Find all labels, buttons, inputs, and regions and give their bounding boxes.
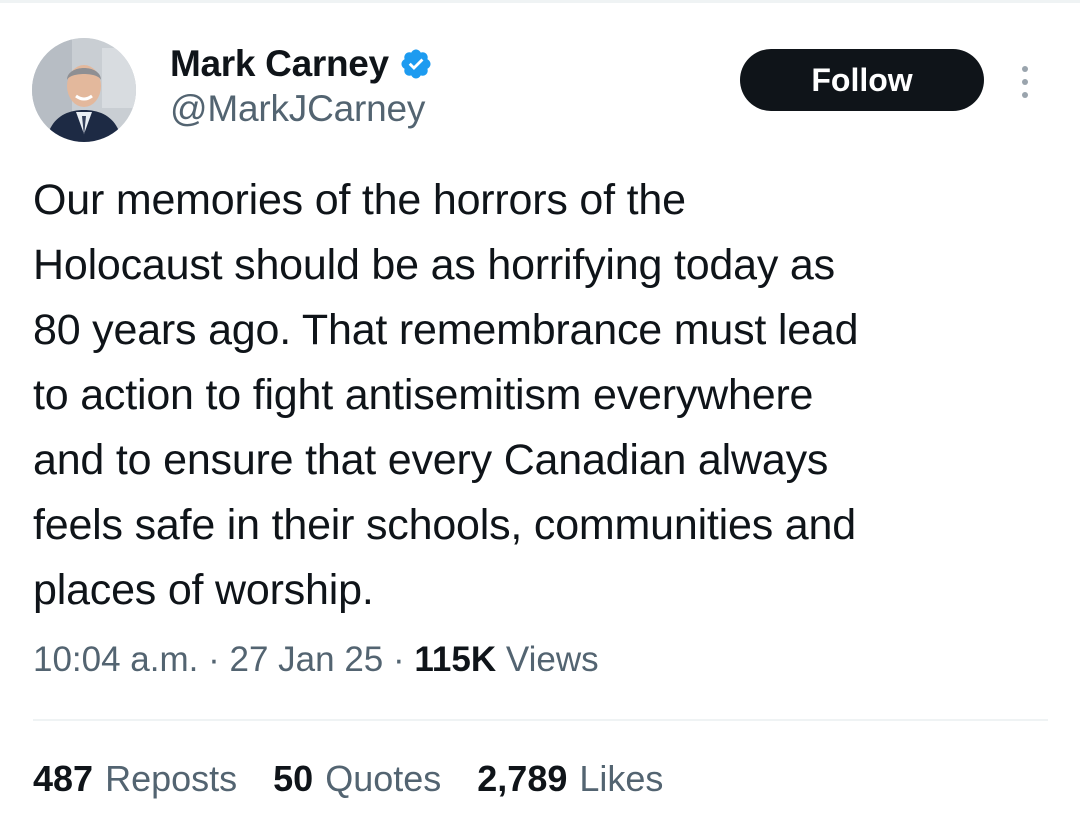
quotes-stat[interactable]: 50 Quotes (273, 758, 441, 800)
avatar[interactable] (32, 38, 136, 142)
more-dot (1022, 92, 1028, 98)
tweet-text: Our memories of the horrors of the Holoc… (33, 176, 859, 614)
meta-separator: · (208, 640, 220, 679)
reposts-label: Reposts (105, 758, 238, 799)
avatar-photo (32, 38, 136, 142)
quotes-count: 50 (273, 758, 314, 799)
reposts-count: 487 (33, 758, 94, 799)
more-dot (1022, 79, 1028, 85)
quotes-label: Quotes (325, 758, 442, 799)
more-options-icon[interactable] (1010, 62, 1040, 102)
follow-button[interactable]: Follow (740, 49, 984, 111)
more-dot (1022, 66, 1028, 72)
meta-separator: · (393, 640, 405, 679)
likes-label: Likes (579, 758, 664, 799)
tweet-meta: 10:04 a.m. · 27 Jan 25 · 115K Views (33, 640, 599, 680)
verified-badge-icon[interactable] (399, 47, 433, 81)
stats-divider (33, 719, 1048, 721)
tweet-time[interactable]: 10:04 a.m. (33, 640, 198, 679)
top-divider (0, 0, 1080, 3)
likes-count: 2,789 (477, 758, 568, 799)
likes-stat[interactable]: 2,789 Likes (477, 758, 663, 800)
reposts-stat[interactable]: 487 Reposts (33, 758, 237, 800)
views-label: Views (505, 640, 599, 679)
author-name[interactable]: Mark Carney (170, 40, 433, 88)
author-handle[interactable]: @MarkJCarney (170, 88, 425, 130)
tweet-date[interactable]: 27 Jan 25 (230, 640, 384, 679)
views-count: 115K (414, 640, 497, 679)
author-name-text[interactable]: Mark Carney (170, 43, 389, 85)
engagement-stats: 487 Reposts 50 Quotes 2,789 Likes (33, 758, 663, 800)
